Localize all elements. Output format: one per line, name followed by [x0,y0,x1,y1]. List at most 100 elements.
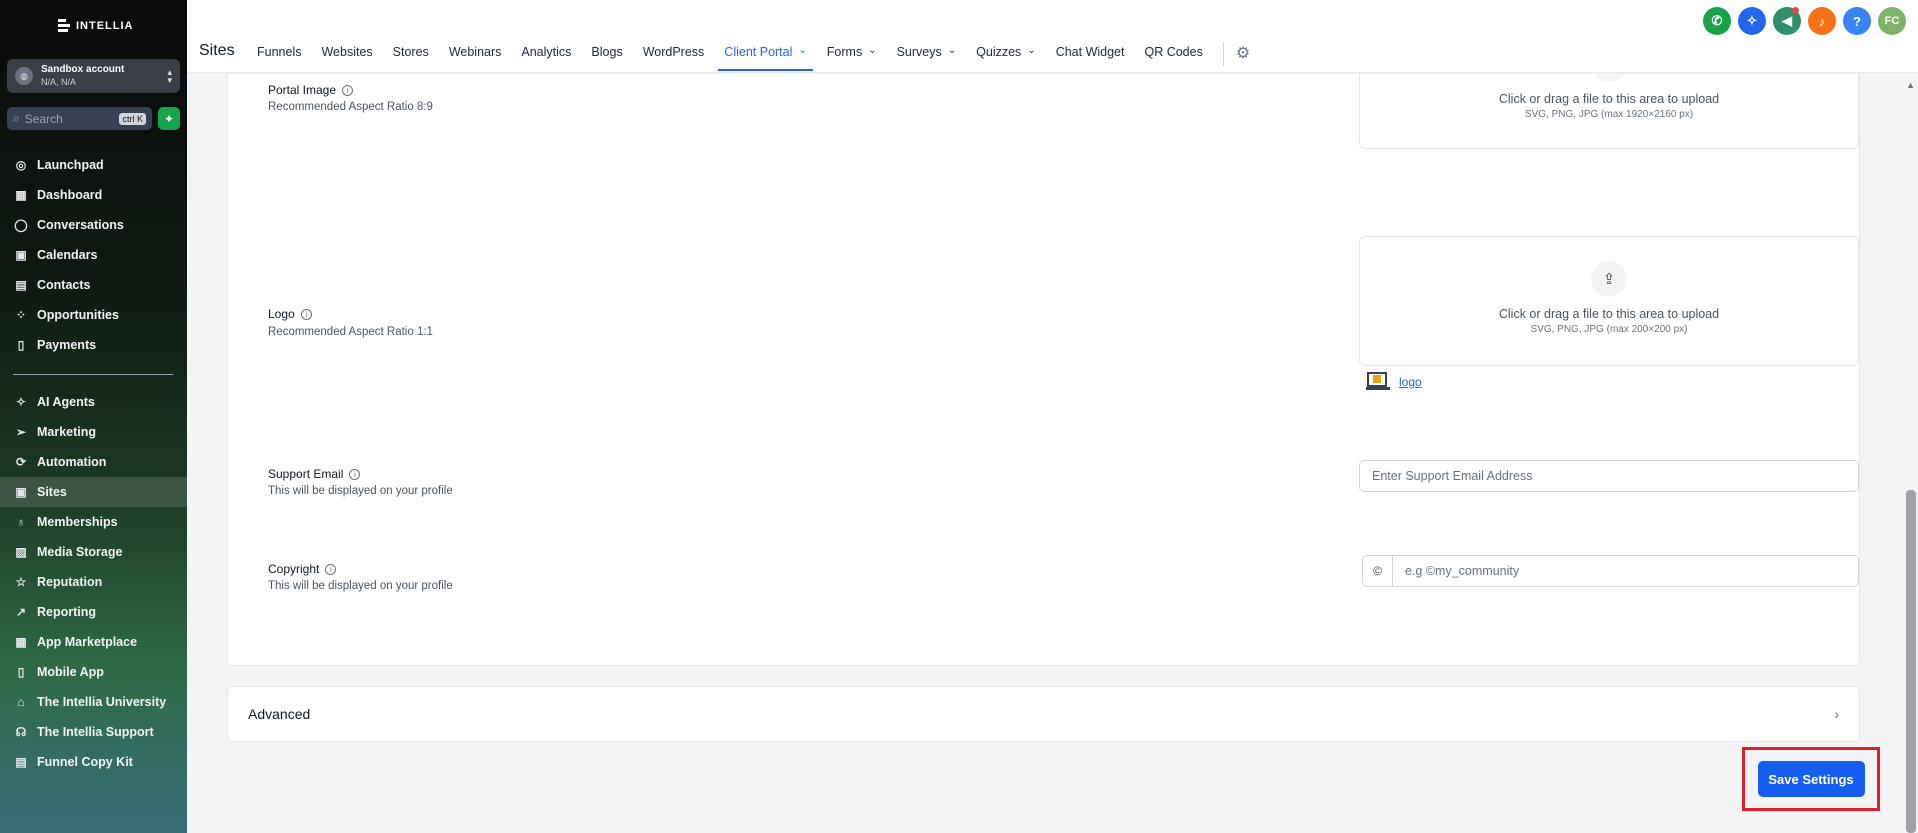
sidebar-item-memberships[interactable]: ♁ Memberships [0,507,187,537]
portal-image-help: Recommended Aspect Ratio 8:9 [268,101,433,113]
field-label-text: Support Email [268,467,344,481]
scroll-up-arrow[interactable]: ▲ [1906,80,1915,90]
sidebar-item-label: Reporting [37,605,97,619]
chevron-down-icon: ⌄ [947,45,957,56]
sidebar-item-ai-agents[interactable]: ✧ AI Agents [0,387,187,417]
logo-upload[interactable]: ⇪ Click or drag a file to this area to u… [1359,236,1859,366]
tab-client-portal[interactable]: Client Portal ⌄ [718,42,813,71]
tab-quizzes[interactable]: Quizzes ⌄ [976,42,1036,71]
support-email-placeholder: Enter Support Email Address [1372,469,1533,483]
help-button[interactable]: ? [1843,7,1871,35]
tab-chat-widget[interactable]: Chat Widget [1056,42,1125,71]
sidebar-item-reporting[interactable]: ↗ Reporting [0,597,187,627]
tab-label: Quizzes [976,45,1022,59]
upload-subtitle: SVG, PNG, JPG (max 1920×2160 px) [1524,109,1694,120]
user-initials: FC [1884,15,1900,27]
gear-icon[interactable]: ⚙ [1236,42,1250,63]
sidebar-item-opportunities[interactable]: ⁘ Opportunities [0,300,187,330]
sidebar-item-university[interactable]: ⌂ The Intellia University [0,687,187,717]
quick-action-button[interactable]: ✦ [158,107,180,130]
info-icon[interactable]: i [342,84,354,96]
tab-label: Blogs [591,45,623,59]
image-icon: ▨ [15,545,27,559]
copyright-placeholder: e.g ©my_community [1405,564,1520,578]
brand-logo[interactable]: INTELLIA [58,19,134,33]
sidebar-item-label: Reputation [37,575,103,589]
info-icon[interactable]: i [300,308,312,320]
magic-icon[interactable]: ✧ [1738,7,1766,35]
sites-icon: ▣ [15,485,27,499]
search-input[interactable]: ⌕ Search ctrl K [7,107,152,130]
account-icon: ◍ [15,67,33,85]
copyright-field[interactable]: © e.g ©my_community [1362,555,1859,587]
account-switcher[interactable]: ◍ Sandbox account N/A, N/A ▴ ▾ [7,59,180,93]
chevron-down-icon: ⌄ [1027,45,1036,56]
page-title: Sites [199,42,235,59]
avatar[interactable]: FC [1878,7,1906,35]
tab-label: Analytics [521,45,572,59]
sidebar-item-dashboard[interactable]: ▦ Dashboard [0,180,187,210]
portal-image-upload[interactable]: ⇪ Click or drag a file to this area to u… [1359,74,1859,149]
sidebar-item-label: Marketing [37,425,97,439]
sidebar-item-label: Funnel Copy Kit [37,755,133,769]
sidebar: INTELLIA ◍ Sandbox account N/A, N/A ▴ ▾ ⌕… [0,0,187,833]
tab-label: QR Codes [1144,45,1203,59]
main-content: Portal Image i Recommended Aspect Ratio … [187,74,1900,833]
calendar-icon: ▣ [15,248,27,262]
sidebar-item-label: Media Storage [37,545,123,559]
tab-surveys[interactable]: Surveys ⌄ [897,42,957,71]
tab-label: Chat Widget [1055,45,1125,59]
field-label-text: Logo [268,307,295,321]
opportunities-icon: ⁘ [15,308,27,322]
sidebar-item-marketing[interactable]: ➢ Marketing [0,417,187,447]
sidebar-item-payments[interactable]: ▯ Payments [0,330,187,360]
sidebar-item-conversations[interactable]: ◯ Conversations [0,210,187,240]
payments-icon: ▯ [17,338,25,352]
sidebar-item-label: Sites [37,485,67,499]
send-icon: ➢ [15,425,27,439]
trend-icon: ↗ [15,605,27,619]
sparkle-icon: ✦ [163,111,175,126]
sidebar-item-mobile-app[interactable]: ▯ Mobile App [0,657,187,687]
sidebar-item-contacts[interactable]: ▤ Contacts [0,270,187,300]
advanced-section-toggle[interactable]: Advanced › [227,686,1860,742]
support-email-label: Support Email i [268,467,361,481]
phone-icon[interactable]: ✆ [1703,7,1731,35]
sidebar-item-sites[interactable]: ▣ Sites [0,477,187,507]
save-settings-button[interactable]: Save Settings [1757,761,1865,797]
tab-qr-codes[interactable]: QR Codes [1144,42,1202,71]
info-icon[interactable]: i [325,563,337,575]
sidebar-item-app-marketplace[interactable]: ▦ App Marketplace [0,627,187,657]
support-email-field[interactable]: Enter Support Email Address [1359,460,1859,492]
sidebar-item-launchpad[interactable]: ◎ Launchpad [0,150,187,180]
info-icon[interactable]: i [349,468,361,480]
bell-icon[interactable]: ♪ [1808,7,1836,35]
logo-file-link[interactable]: logo [1399,375,1422,389]
scrollbar-thumb[interactable] [1906,490,1916,833]
sidebar-item-support[interactable]: ☊ The Intellia Support [0,717,187,747]
sidebar-item-media-storage[interactable]: ▨ Media Storage [0,537,187,567]
sidebar-item-reputation[interactable]: ☆ Reputation [0,567,187,597]
search-shortcut: ctrl K [119,112,146,125]
brand-name: INTELLIA [76,20,134,32]
settings-card: Portal Image i Recommended Aspect Ratio … [227,74,1860,666]
tab-forms[interactable]: Forms ⌄ [827,42,877,71]
tab-stores[interactable]: Stores [393,42,429,71]
megaphone-icon[interactable]: ◀ [1773,7,1801,35]
tab-funnels[interactable]: Funnels [257,42,301,71]
logo-thumbnail [1366,372,1390,390]
sidebar-item-calendars[interactable]: ▣ Calendars [0,240,187,270]
tab-webinars[interactable]: Webinars [449,42,502,71]
tab-wordpress[interactable]: WordPress [643,42,705,71]
sidebar-item-label: AI Agents [37,395,95,409]
tab-analytics[interactable]: Analytics [521,42,571,71]
sidebar-item-label: Dashboard [37,188,103,202]
sidebar-divider [13,374,173,375]
save-highlight-box: Save Settings [1742,747,1880,811]
sidebar-item-automation[interactable]: ⟳ Automation [0,447,187,477]
tab-websites[interactable]: Websites [321,42,372,71]
tab-blogs[interactable]: Blogs [591,42,622,71]
chevron-down-icon: ⌄ [798,45,807,56]
sidebar-item-funnel-copy-kit[interactable]: ▤ Funnel Copy Kit [0,747,187,777]
launchpad-icon: ◎ [15,158,27,172]
